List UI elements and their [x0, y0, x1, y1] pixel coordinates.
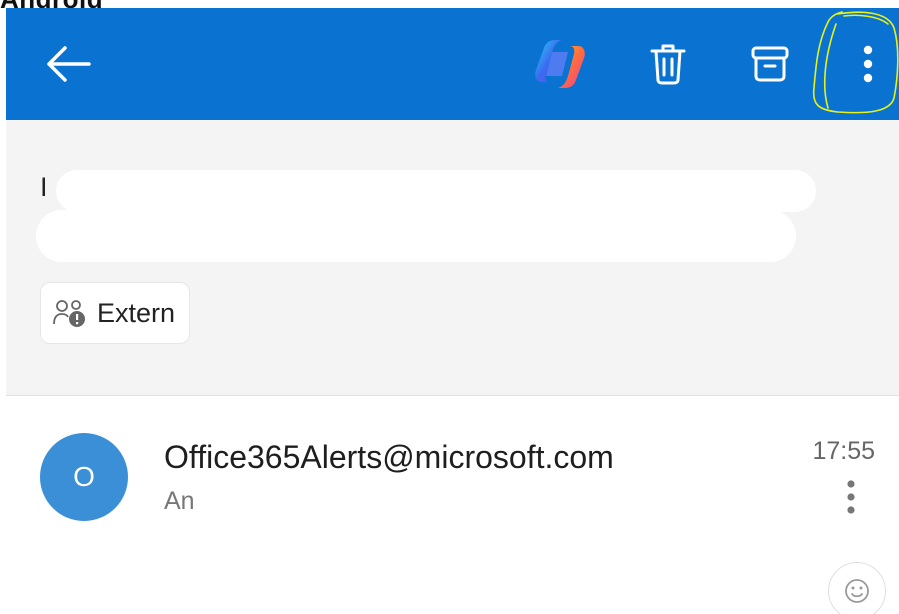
message-preview: An [164, 487, 195, 515]
arrow-left-icon [47, 46, 91, 82]
trash-icon [650, 44, 686, 85]
archive-icon [751, 46, 789, 82]
copilot-icon [535, 40, 585, 88]
message-header: I Extern [6, 120, 899, 396]
external-people-icon [53, 300, 85, 327]
redaction [36, 210, 796, 262]
redaction [56, 170, 816, 212]
copilot-button[interactable] [528, 32, 592, 96]
reaction-button[interactable] [828, 562, 886, 614]
smiley-icon [845, 579, 869, 603]
message-more-button[interactable] [839, 477, 863, 517]
external-badge-label: Extern [97, 297, 176, 328]
message-row[interactable]: O Office365Alerts@microsoft.com An 17:55 [6, 397, 899, 547]
sender-address[interactable]: Office365Alerts@microsoft.com [164, 439, 614, 476]
external-badge[interactable]: Extern [40, 282, 191, 344]
more-vertical-icon [847, 480, 855, 514]
subject-text: I [40, 172, 48, 202]
archive-button[interactable] [738, 32, 802, 96]
top-caption: Android [0, 0, 103, 14]
delete-button[interactable] [636, 32, 700, 96]
app-bar [6, 8, 899, 120]
message-time: 17:55 [812, 437, 875, 465]
avatar[interactable]: O [40, 433, 128, 521]
more-vertical-icon [863, 45, 873, 83]
more-options-button[interactable] [836, 32, 899, 96]
back-button[interactable] [36, 32, 100, 96]
